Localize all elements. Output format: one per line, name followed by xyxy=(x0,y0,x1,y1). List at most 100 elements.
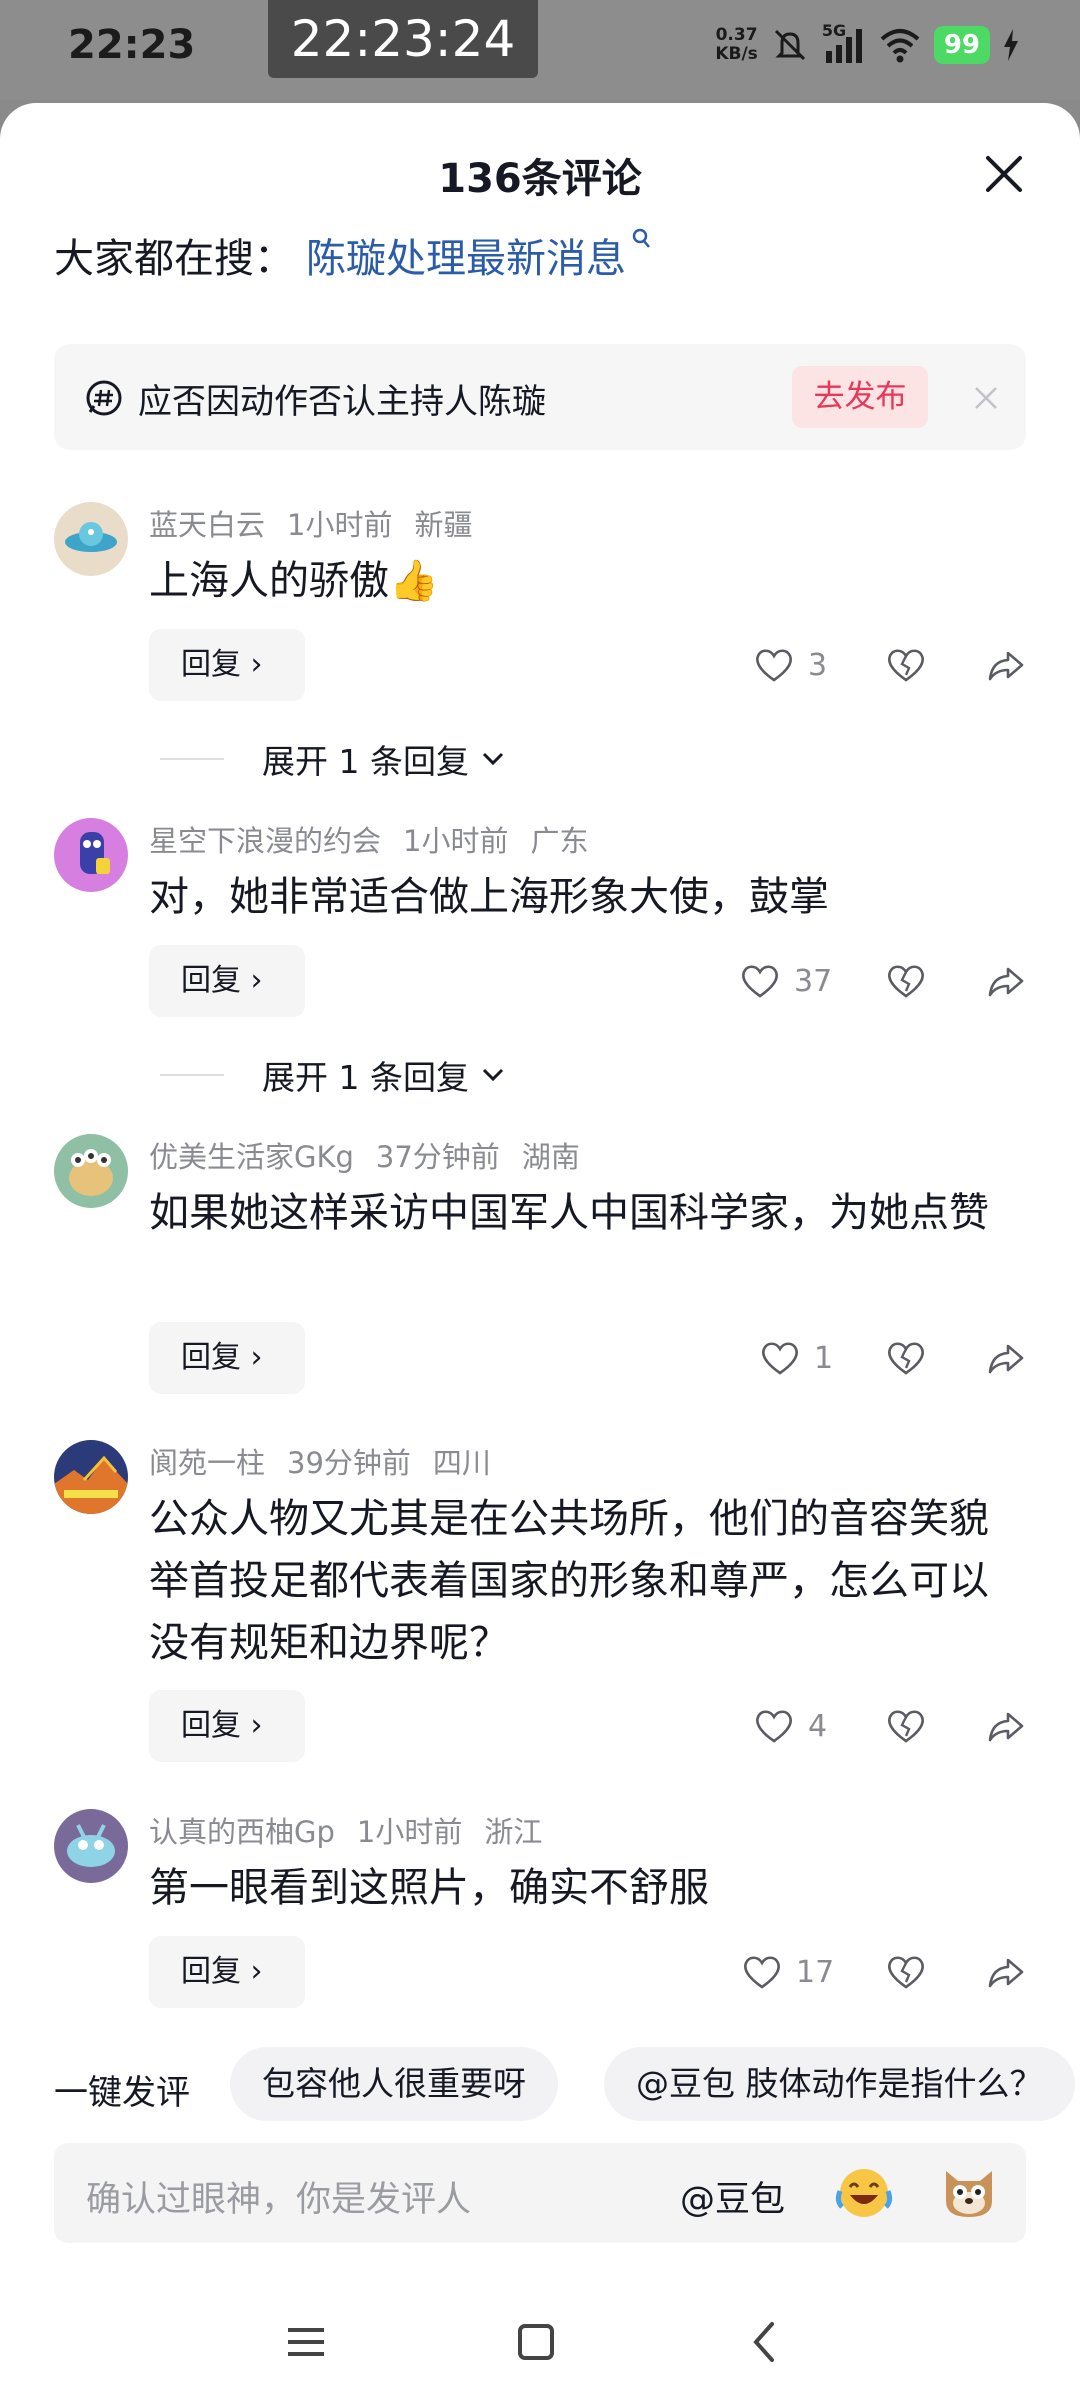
reply-button[interactable]: 回复 › xyxy=(149,945,305,1017)
search-icon xyxy=(632,228,650,248)
reply-label: 回复 xyxy=(181,1708,241,1743)
broken-heart-icon[interactable] xyxy=(886,1952,926,1992)
mute-bell-icon xyxy=(774,29,805,61)
menu-icon[interactable] xyxy=(276,2312,336,2372)
like-button[interactable]: 3 xyxy=(754,647,827,683)
status-bar: 22:23 22:23:24 0.37 KB/s 5G 99 xyxy=(0,0,1080,100)
divider xyxy=(160,758,224,760)
comment-text: 上海人的骄傲👍 xyxy=(149,558,439,604)
like-count: 1 xyxy=(814,1340,834,1376)
share-icon[interactable] xyxy=(986,961,1026,1001)
comment-actions: 1 xyxy=(740,1322,1040,1394)
heart-icon xyxy=(742,965,778,998)
comment-text: 公众人物又尤其是在公共场所，他们的音容笑貌举首投足都代表着国家的形象和尊严，怎么… xyxy=(149,1496,989,1666)
reply-button[interactable]: 回复 › xyxy=(149,1936,305,2008)
comment-actions: 4 xyxy=(740,1690,1040,1762)
hashtag-icon xyxy=(86,380,122,416)
back-icon[interactable] xyxy=(736,2312,796,2372)
topic-text: 应否因动作否认主持人陈璇 xyxy=(138,382,546,422)
broken-heart-icon[interactable] xyxy=(886,961,926,1001)
comment-location: 广东 xyxy=(530,824,589,858)
like-count: 17 xyxy=(796,1954,835,1990)
topic-card[interactable]: 应否因动作否认主持人陈璇 去发布 xyxy=(54,344,1026,450)
comment-location: 湖南 xyxy=(521,1140,580,1174)
broken-heart-icon[interactable] xyxy=(886,1706,926,1746)
comment-user[interactable]: 认真的西柚Gp xyxy=(149,1815,335,1849)
reply-label: 回复 xyxy=(181,647,241,682)
clock-overlay: 22:23:24 xyxy=(268,0,538,78)
expand-replies[interactable]: 展开 1 条回复 xyxy=(160,1051,505,1099)
publish-button[interactable]: 去发布 xyxy=(792,366,928,428)
sheet-title: 136条评论 xyxy=(438,156,642,202)
quick-comment-label: 一键发评 xyxy=(54,2073,190,2113)
like-count: 4 xyxy=(808,1708,828,1744)
status-icons: 0.37 KB/s 5G 99 xyxy=(715,20,1020,70)
reply-label: 回复 xyxy=(181,1954,241,1989)
status-time: 22:23 xyxy=(68,22,196,68)
comment-time: 1小时前 xyxy=(403,824,509,858)
broken-heart-icon[interactable] xyxy=(886,1338,926,1378)
broken-heart-icon[interactable] xyxy=(886,645,926,685)
laughing-emoji-icon[interactable] xyxy=(834,2163,894,2223)
comment-meta: 优美生活家GKg 37分钟前 湖南 xyxy=(149,1134,602,1176)
avatar[interactable] xyxy=(54,818,128,892)
quick-comment-bar: 一键发评 包容他人很重要呀 @豆包 肢体动作是指什么？ xyxy=(0,2047,1080,2127)
avatar[interactable] xyxy=(54,502,128,576)
reply-label: 回复 xyxy=(181,963,241,998)
comment-location: 四川 xyxy=(432,1446,491,1480)
share-icon[interactable] xyxy=(986,645,1026,685)
dismiss-topic-icon[interactable] xyxy=(972,384,1000,412)
comment-location: 浙江 xyxy=(484,1815,543,1849)
home-icon[interactable] xyxy=(506,2312,566,2372)
expand-label: 展开 1 条回复 xyxy=(262,1058,469,1097)
quick-comment-chip[interactable]: 包容他人很重要呀 xyxy=(230,2047,558,2121)
chevron-down-icon xyxy=(482,1068,504,1082)
search-hint-link-text: 陈璇处理最新消息 xyxy=(306,236,626,282)
like-button[interactable]: 37 xyxy=(740,963,832,999)
expand-label: 展开 1 条回复 xyxy=(262,742,469,781)
search-hint-label: 大家都在搜： xyxy=(54,236,294,282)
dog-emoji-icon[interactable] xyxy=(938,2161,1000,2223)
comment-user[interactable]: 优美生活家GKg xyxy=(149,1140,354,1174)
like-button[interactable]: 17 xyxy=(742,1954,834,1990)
net-speed-unit: KB/s xyxy=(715,44,758,64)
comment-location: 新疆 xyxy=(414,508,473,542)
reply-button[interactable]: 回复 › xyxy=(149,629,305,701)
battery-indicator: 99 xyxy=(933,26,990,64)
comment-meta: 认真的西柚Gp 1小时前 浙江 xyxy=(149,1809,564,1851)
net-speed-value: 0.37 xyxy=(715,25,758,45)
expand-replies[interactable]: 展开 1 条回复 xyxy=(160,735,505,783)
comment-meta: 星空下浪漫的约会 1小时前 广东 xyxy=(149,818,610,860)
charging-bolt-icon xyxy=(1004,29,1018,61)
like-button[interactable]: 4 xyxy=(754,1708,827,1744)
wifi-icon xyxy=(880,29,920,63)
comment-meta: 阆苑一柱 39分钟前 四川 xyxy=(149,1440,513,1482)
search-hint-link[interactable]: 陈璇处理最新消息 xyxy=(306,226,652,284)
comment-actions: 17 xyxy=(740,1936,1040,2008)
chevron-down-icon xyxy=(482,752,504,766)
share-icon[interactable] xyxy=(986,1338,1026,1378)
reply-button[interactable]: 回复 › xyxy=(149,1690,305,1762)
avatar[interactable] xyxy=(54,1440,128,1514)
avatar[interactable] xyxy=(54,1134,128,1208)
comment-user[interactable]: 阆苑一柱 xyxy=(149,1446,265,1480)
share-icon[interactable] xyxy=(986,1952,1026,1992)
like-button[interactable]: 1 xyxy=(760,1340,833,1376)
mention-button[interactable]: @豆包 xyxy=(680,2171,785,2222)
comment-time: 1小时前 xyxy=(287,508,393,542)
avatar[interactable] xyxy=(54,1809,128,1883)
comment-user[interactable]: 蓝天白云 xyxy=(149,508,265,542)
quick-comment-chip[interactable]: @豆包 肢体动作是指什么？ xyxy=(604,2047,1075,2121)
share-icon[interactable] xyxy=(986,1706,1026,1746)
comment-user[interactable]: 星空下浪漫的约会 xyxy=(149,824,381,858)
reply-label: 回复 xyxy=(181,1340,241,1375)
close-icon[interactable] xyxy=(982,152,1026,196)
comment-time: 37分钟前 xyxy=(375,1140,500,1174)
comment-meta: 蓝天白云 1小时前 新疆 xyxy=(149,502,494,544)
comment-text: 第一眼看到这照片，确实不舒服 xyxy=(149,1865,709,1911)
reply-button[interactable]: 回复 › xyxy=(149,1322,305,1394)
comment-time: 1小时前 xyxy=(356,1815,463,1849)
cell-signal-icon: 5G xyxy=(822,21,866,65)
comment-input[interactable]: 确认过眼神，你是发评人 @豆包 xyxy=(54,2143,1026,2243)
comment-time: 39分钟前 xyxy=(287,1446,411,1480)
